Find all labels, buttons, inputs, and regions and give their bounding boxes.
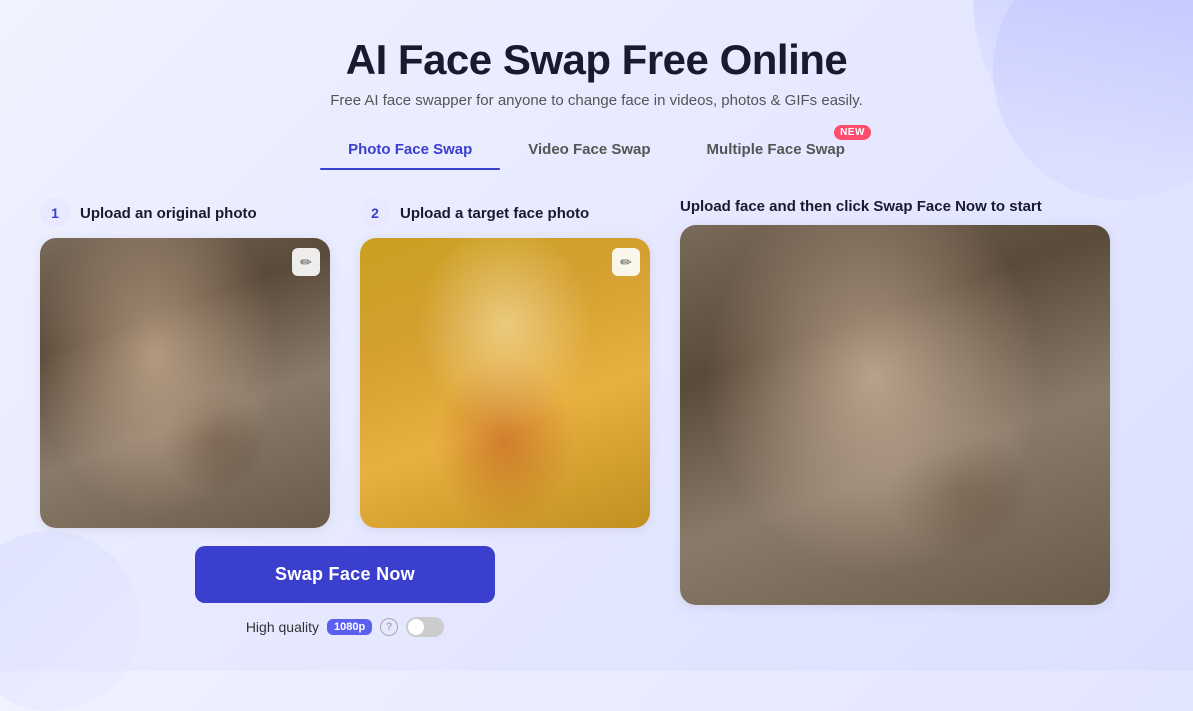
page-subtitle: Free AI face swapper for anyone to chang… xyxy=(40,92,1153,109)
page-title: AI Face Swap Free Online xyxy=(40,36,1153,84)
left-section: 1 Upload an original photo ✏ 2 Upload a xyxy=(40,198,650,637)
edit-icon-2[interactable]: ✏ xyxy=(612,248,640,276)
upload-label-2: 2 Upload a target face photo xyxy=(360,198,589,228)
main-content: 1 Upload an original photo ✏ 2 Upload a xyxy=(40,198,1153,637)
tab-video[interactable]: Video Face Swap xyxy=(500,133,678,170)
upload-area-2[interactable]: ✏ xyxy=(360,238,650,528)
tab-multiple-label: Multiple Face Swap xyxy=(707,141,845,158)
upload-area-1[interactable]: ✏ xyxy=(40,238,330,528)
result-label: Upload face and then click Swap Face Now… xyxy=(680,198,1042,215)
quality-row: High quality 1080p ? xyxy=(246,617,444,637)
quality-toggle[interactable] xyxy=(406,617,444,637)
step-label-2: Upload a target face photo xyxy=(400,205,589,222)
new-badge: NEW xyxy=(834,125,871,140)
upload-box-1: 1 Upload an original photo ✏ xyxy=(40,198,330,528)
step-label-1: Upload an original photo xyxy=(80,205,257,222)
edit-icon-1[interactable]: ✏ xyxy=(292,248,320,276)
result-photo xyxy=(680,225,1110,605)
step-number-2: 2 xyxy=(360,198,390,228)
step-number-1: 1 xyxy=(40,198,70,228)
upload-box-2: 2 Upload a target face photo ✏ xyxy=(360,198,650,528)
tab-bar: Photo Face Swap Video Face Swap Multiple… xyxy=(40,133,1153,170)
quality-badge: 1080p xyxy=(327,619,372,635)
result-area xyxy=(680,225,1110,605)
tab-photo[interactable]: Photo Face Swap xyxy=(320,133,500,170)
swap-face-button[interactable]: Swap Face Now xyxy=(195,546,495,603)
help-icon[interactable]: ? xyxy=(380,618,398,636)
header: AI Face Swap Free Online Free AI face sw… xyxy=(40,36,1153,109)
original-photo xyxy=(40,238,330,528)
tab-multiple[interactable]: Multiple Face Swap NEW xyxy=(679,133,873,170)
upload-label-1: 1 Upload an original photo xyxy=(40,198,257,228)
upload-row: 1 Upload an original photo ✏ 2 Upload a xyxy=(40,198,650,528)
target-photo xyxy=(360,238,650,528)
quality-label: High quality xyxy=(246,619,319,635)
main-container: AI Face Swap Free Online Free AI face sw… xyxy=(0,0,1193,657)
right-section: Upload face and then click Swap Face Now… xyxy=(680,198,1153,605)
